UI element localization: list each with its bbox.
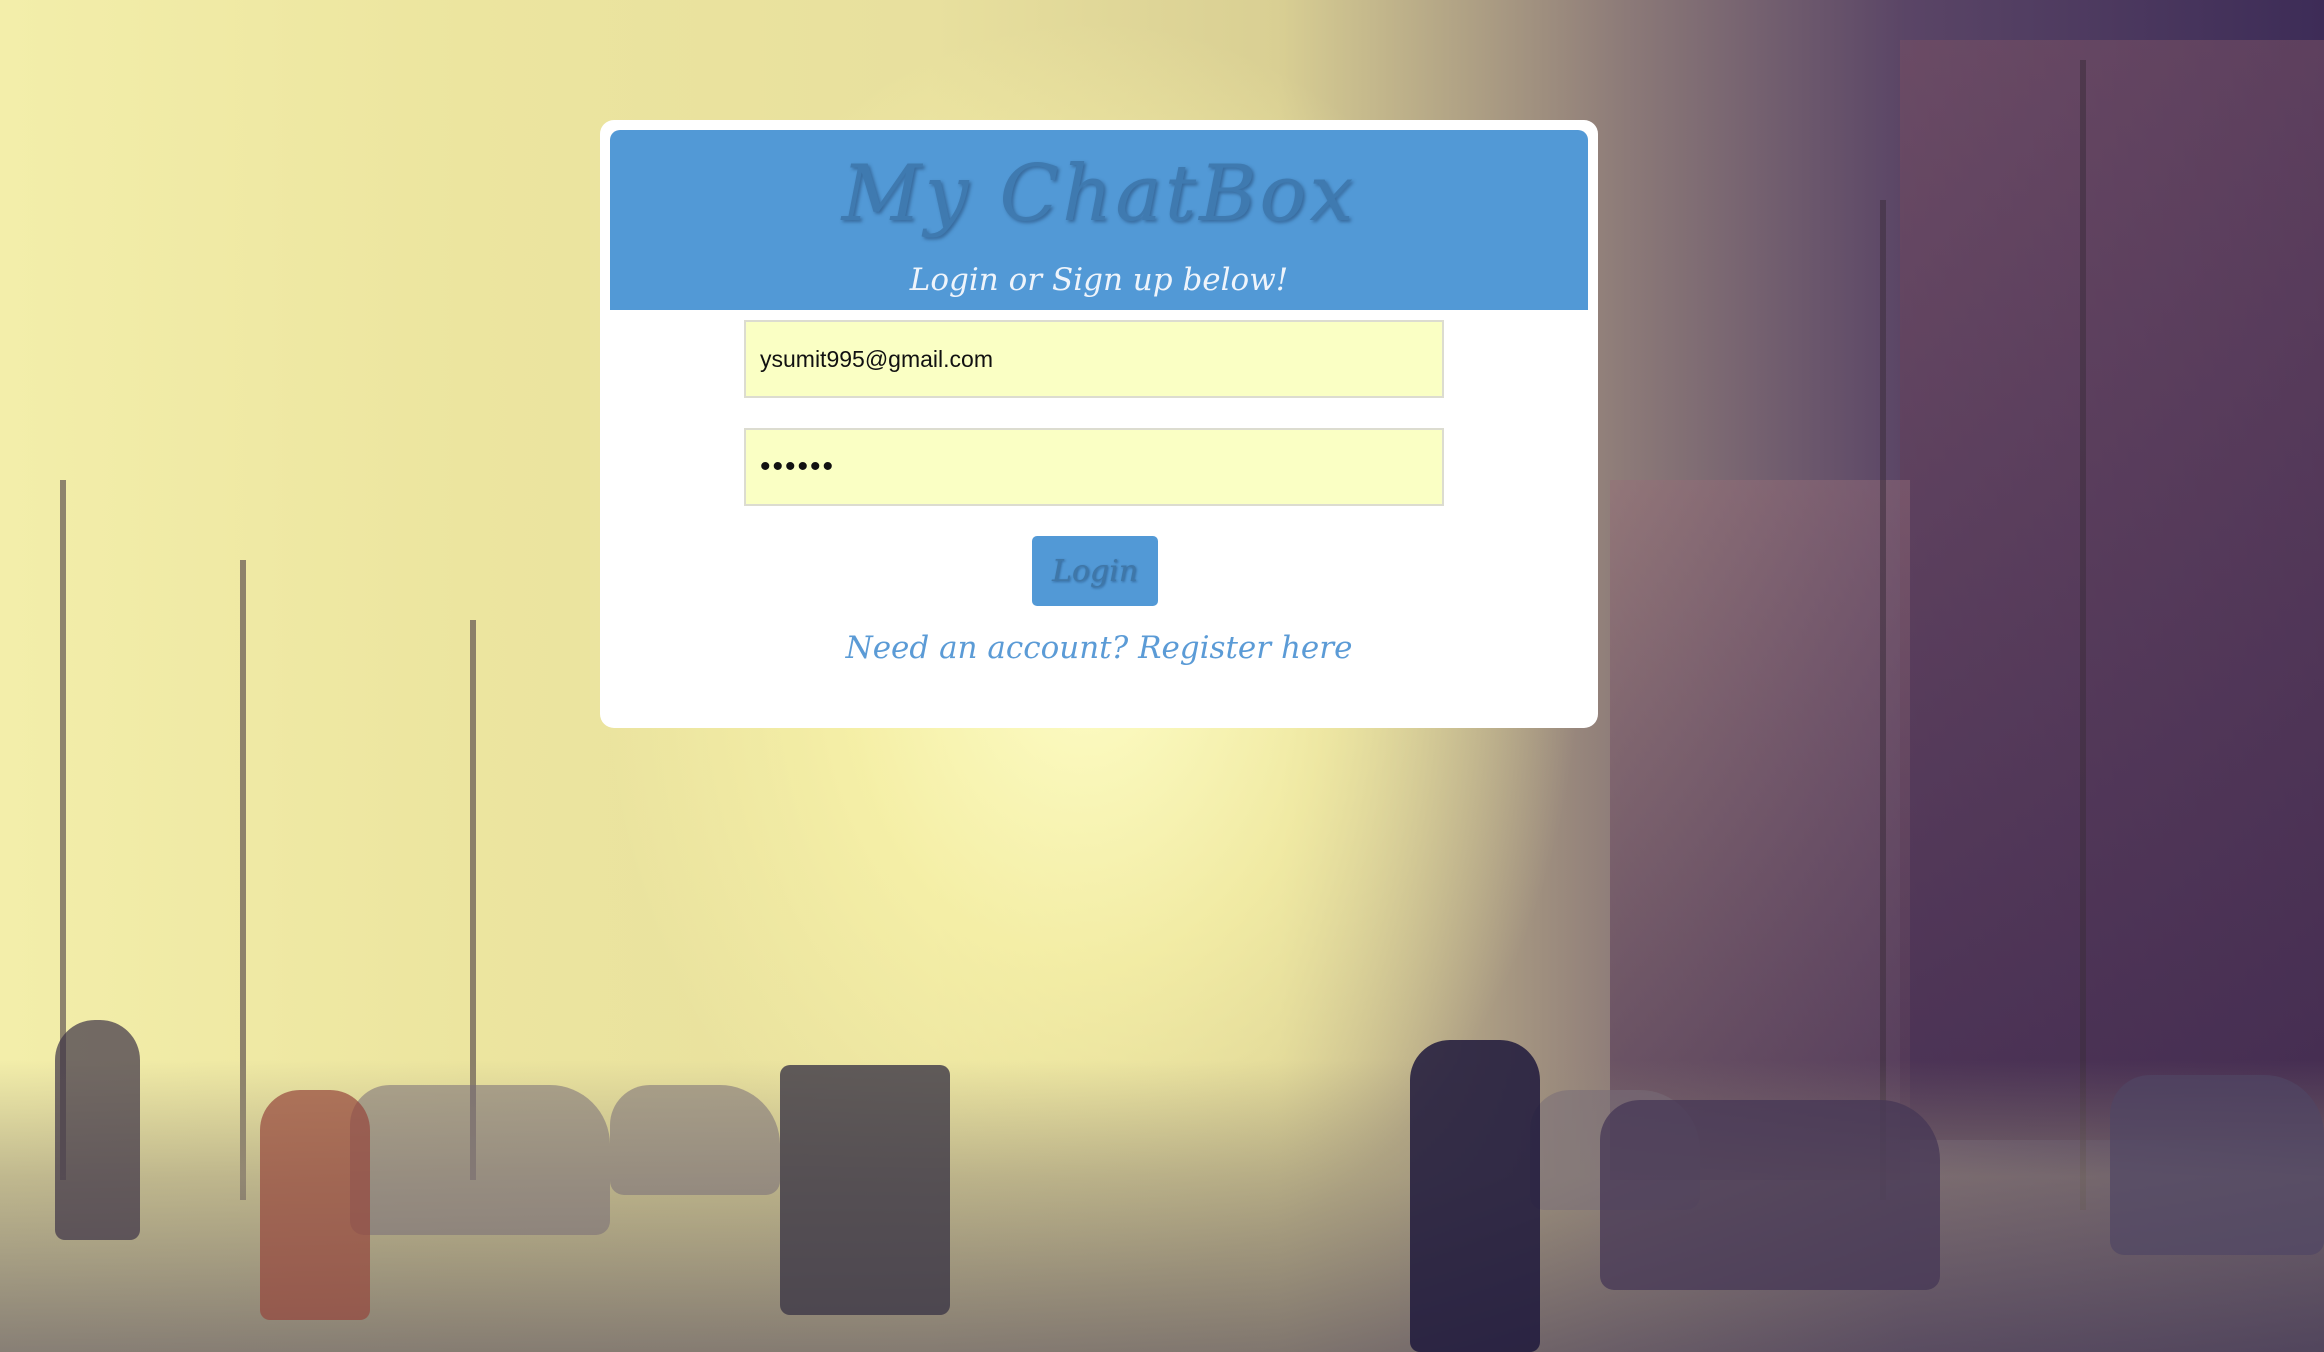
email-field[interactable] <box>744 320 1444 398</box>
background-car <box>2110 1075 2324 1255</box>
background-car <box>350 1085 610 1235</box>
card-header: My ChatBox Login or Sign up below! <box>610 130 1588 310</box>
background-tree <box>2080 60 2086 1210</box>
password-field[interactable] <box>744 428 1444 506</box>
background-rickshaw <box>780 1065 950 1315</box>
app-title: My ChatBox <box>841 149 1357 239</box>
background-car <box>610 1085 780 1195</box>
background-person <box>260 1090 370 1320</box>
background-tree <box>1880 200 1886 1200</box>
background-building <box>1900 40 2324 1140</box>
register-link[interactable]: Need an account? Register here <box>600 630 1598 666</box>
app-subtitle: Login or Sign up below! <box>909 262 1289 298</box>
background-person <box>1410 1040 1540 1352</box>
login-card: My ChatBox Login or Sign up below! Login… <box>600 120 1598 728</box>
background-car <box>1600 1100 1940 1290</box>
login-button[interactable]: Login <box>1032 536 1158 606</box>
background-person <box>55 1020 140 1240</box>
